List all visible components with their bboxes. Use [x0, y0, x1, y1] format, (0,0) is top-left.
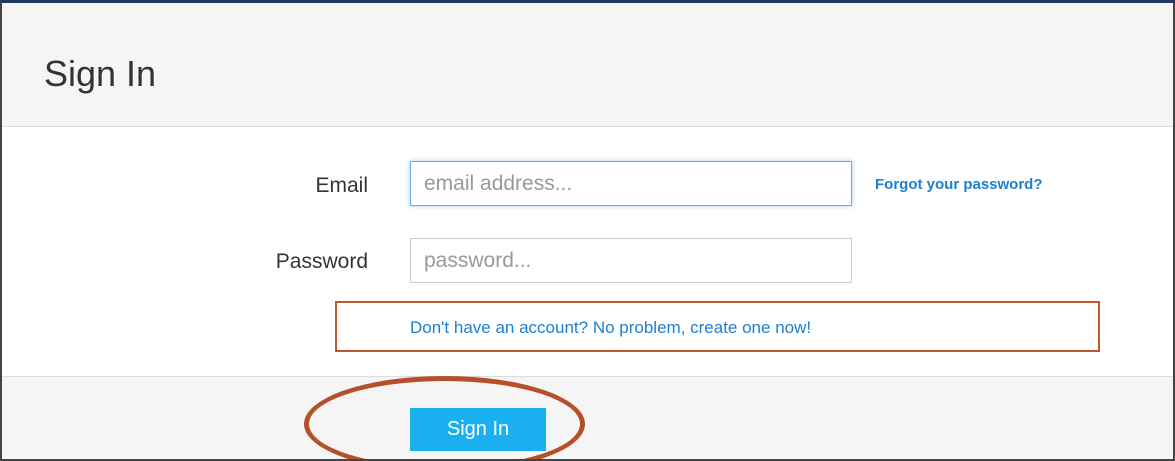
- sign-in-button[interactable]: Sign In: [410, 408, 546, 451]
- panel-header: Sign In: [2, 3, 1173, 127]
- password-label: Password: [275, 250, 368, 273]
- page-title: Sign In: [44, 53, 157, 94]
- email-label: Email: [315, 174, 368, 197]
- forgot-password-link[interactable]: Forgot your password?: [875, 176, 1043, 193]
- panel-footer: [2, 376, 1173, 459]
- email-field[interactable]: email address...: [410, 161, 852, 206]
- signup-highlight-box: Don't have an account? No problem, creat…: [335, 301, 1100, 352]
- create-account-link[interactable]: Don't have an account? No problem, creat…: [410, 318, 811, 338]
- password-field[interactable]: password...: [410, 238, 852, 283]
- sign-in-panel: Sign In Email email address... Forgot yo…: [0, 0, 1175, 461]
